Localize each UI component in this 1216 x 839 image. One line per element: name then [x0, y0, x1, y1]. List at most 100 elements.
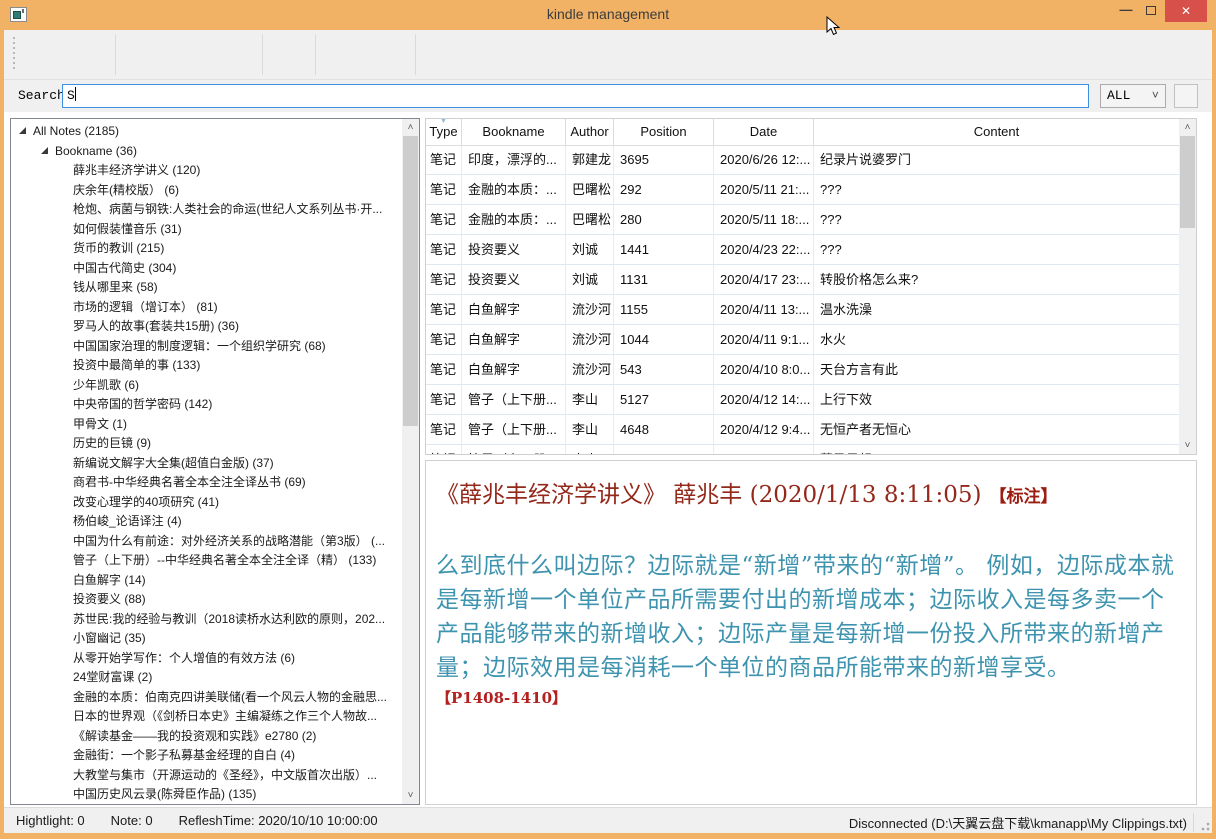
- tree-item[interactable]: 甲骨文 (1): [11, 415, 402, 435]
- filter-dropdown[interactable]: ALL ˅: [1100, 84, 1166, 108]
- table-row[interactable]: 笔记 白鱼解字 流沙河 543 2020/4/10 8:0... 天台方言有此: [426, 355, 1179, 385]
- toolbar-button-group-3[interactable]: [264, 32, 313, 77]
- tree-item[interactable]: 《解读基金——我的投资观和实践》e2780 (2): [11, 727, 402, 747]
- column-header-author[interactable]: Author: [566, 119, 614, 146]
- tree-item[interactable]: 少年凯歌 (6): [11, 376, 402, 396]
- tree-item[interactable]: 管子（上下册）--中华经典名著全本全注全译（精） (133): [11, 551, 402, 571]
- table-row[interactable]: 笔记 投资要义 刘诚 1131 2020/4/17 23:... 转股价格怎么来…: [426, 265, 1179, 295]
- tree-item[interactable]: 金融街：一个影子私募基金经理的自白 (4): [11, 746, 402, 766]
- search-extra-button[interactable]: [1174, 84, 1198, 108]
- tree-item[interactable]: 市场的逻辑（增订本） (81): [11, 298, 402, 318]
- cell-type: 笔记: [426, 265, 462, 295]
- status-reflesh-time: RefleshTime: 2020/10/10 10:00:00: [179, 813, 378, 828]
- scroll-down-icon[interactable]: ˅: [1179, 437, 1196, 454]
- tree-item[interactable]: 薛兆丰经济学讲义 (120): [11, 161, 402, 181]
- tree-item[interactable]: 枪炮、病菌与钢铁:人类社会的命运(世纪人文系列丛书·开...: [11, 200, 402, 220]
- tree-item-label: 杨伯峻_论语译注 (4): [73, 514, 182, 528]
- close-button[interactable]: ✕: [1165, 0, 1207, 22]
- cell-position: 5127: [614, 385, 714, 415]
- table-row[interactable]: 笔记 金融的本质：... 巴曙松 292 2020/5/11 21:... ??…: [426, 175, 1179, 205]
- scroll-up-icon[interactable]: ˄: [1179, 119, 1196, 136]
- cell-type: 笔记: [426, 385, 462, 415]
- tree-item[interactable]: 金融的本质：伯南克四讲美联储(看一个风云人物的金融思...: [11, 688, 402, 708]
- cell-date: 2020/4/17 23:...: [714, 265, 814, 295]
- search-input[interactable]: S: [62, 84, 1089, 108]
- column-header-bookname[interactable]: Bookname: [462, 119, 566, 146]
- tree-item[interactable]: 从零开始学写作：个人增值的有效方法 (6): [11, 649, 402, 669]
- tree-group-bookname[interactable]: Bookname (36): [11, 142, 402, 162]
- tree-item[interactable]: 如何假装懂音乐 (31): [11, 220, 402, 240]
- cell-position: 280: [614, 205, 714, 235]
- tree-scrollbar-thumb[interactable]: [403, 136, 418, 426]
- cell-bookname: 投资要义: [462, 235, 566, 265]
- tree-item[interactable]: 24堂财富课 (2): [11, 668, 402, 688]
- tree-item[interactable]: 钱从哪里来 (58): [11, 278, 402, 298]
- tree-item[interactable]: 货币的教训 (215): [11, 239, 402, 259]
- tree-item[interactable]: 庆余年(精校版） (6): [11, 181, 402, 201]
- sort-desc-icon: ▼: [426, 118, 461, 125]
- tree-item[interactable]: 白鱼解字 (14): [11, 571, 402, 591]
- tree-item[interactable]: 历史的巨镜 (9): [11, 434, 402, 454]
- minimize-icon: —: [1120, 2, 1133, 17]
- table-row[interactable]: 笔记 白鱼解字 流沙河 1155 2020/4/11 13:... 温水洗澡: [426, 295, 1179, 325]
- cell-date: 2020/4/10 8:0...: [714, 355, 814, 385]
- toolbar-button-group-2[interactable]: [117, 32, 260, 77]
- table-row[interactable]: 笔记 管子（上下册... 李山 4648 2020/4/12 9:4... 无恒…: [426, 415, 1179, 445]
- table-row[interactable]: 笔记 管子（上下册... 李山 4577 2020/4/12 9:4... 莫予…: [426, 445, 1179, 455]
- toolbar-grip-handle[interactable]: [13, 37, 15, 72]
- table-row[interactable]: 笔记 管子（上下册... 李山 5127 2020/4/12 14:... 上行…: [426, 385, 1179, 415]
- tree-item[interactable]: 商君书-中华经典名著全本全注全译丛书 (69): [11, 473, 402, 493]
- cell-author: 刘诚: [566, 235, 614, 265]
- tree-item[interactable]: 苏世民:我的经验与教训（2018读桥水达利欧的原则，202...: [11, 610, 402, 630]
- tree-item[interactable]: 中国为什么有前途：对外经济关系的战略潜能（第3版） (...: [11, 532, 402, 552]
- expander-icon[interactable]: [19, 127, 26, 134]
- table-row[interactable]: 笔记 金融的本质：... 巴曙松 280 2020/5/11 18:... ??…: [426, 205, 1179, 235]
- tree-item[interactable]: 中央帝国的哲学密码 (142): [11, 395, 402, 415]
- cell-type: 笔记: [426, 205, 462, 235]
- tree-item[interactable]: 新编说文解字大全集(超值白金版) (37): [11, 454, 402, 474]
- toolbar-button-group-4[interactable]: [317, 32, 413, 77]
- tree-item[interactable]: 日本的世界观（《剑桥日本史》主编凝练之作三个人物故...: [11, 707, 402, 727]
- minimize-button[interactable]: —: [1116, 0, 1136, 22]
- tree-item-label: 历史的巨镜 (9): [73, 436, 151, 450]
- column-header-position[interactable]: Position: [614, 119, 714, 146]
- scroll-down-icon[interactable]: ˅: [402, 787, 419, 804]
- title-bar[interactable]: kindle management — ✕: [0, 0, 1216, 30]
- tree-item[interactable]: 中国历史风云录(陈舜臣作品) (135): [11, 785, 402, 805]
- table-row[interactable]: 笔记 投资要义 刘诚 1441 2020/4/23 22:... ???: [426, 235, 1179, 265]
- scroll-up-icon[interactable]: ˄: [402, 119, 419, 136]
- tree-item[interactable]: 小窗幽记 (35): [11, 629, 402, 649]
- filter-dropdown-value: ALL: [1107, 88, 1130, 103]
- tree-item[interactable]: 罗马人的故事(套装共15册) (36): [11, 317, 402, 337]
- table-row[interactable]: 笔记 白鱼解字 流沙河 1044 2020/4/11 9:1... 水火: [426, 325, 1179, 355]
- cell-type: 笔记: [426, 145, 462, 175]
- tree-item[interactable]: 投资要义 (88): [11, 590, 402, 610]
- table-scrollbar[interactable]: ˄ ˅: [1179, 119, 1196, 454]
- tree-item[interactable]: 中国古代简史 (304): [11, 259, 402, 279]
- tree-item-label: 货币的教训 (215): [73, 241, 164, 255]
- tree-item[interactable]: 中国国家治理的制度逻辑：一个组织学研究 (68): [11, 337, 402, 357]
- column-header-content[interactable]: Content: [814, 119, 1179, 146]
- table-scrollbar-thumb[interactable]: [1180, 136, 1195, 228]
- toolbar-button-group-1[interactable]: [18, 32, 113, 77]
- expander-icon[interactable]: [41, 147, 48, 154]
- tree-scrollbar[interactable]: ˄ ˅: [402, 119, 419, 804]
- table-row[interactable]: 笔记 印度，漂浮的... 郭建龙 3695 2020/6/26 12:... 纪…: [426, 145, 1179, 175]
- tree-item-label: 新编说文解字大全集(超值白金版) (37): [73, 456, 274, 470]
- status-connection: Disconnected (D:\天翼云盘下载\kmanapp\My Clipp…: [849, 813, 1194, 832]
- cell-type: 笔记: [426, 175, 462, 205]
- cell-author: 李山: [566, 385, 614, 415]
- tree-item[interactable]: 改变心理学的40项研究 (41): [11, 493, 402, 513]
- tree-root-all-notes[interactable]: All Notes (2185): [11, 122, 402, 142]
- tree-item-label: 《解读基金——我的投资观和实践》e2780 (2): [73, 729, 316, 743]
- column-header-type[interactable]: ▼Type: [426, 119, 462, 146]
- maximize-button[interactable]: [1141, 0, 1161, 22]
- resize-grip[interactable]: [1198, 819, 1210, 831]
- tree-item[interactable]: 投资中最简单的事 (133): [11, 356, 402, 376]
- cell-date: 2020/4/12 9:4...: [714, 415, 814, 445]
- tree-item[interactable]: 印度，漂浮的次大陆 (67): [11, 805, 402, 806]
- tree-item-label: 中国国家治理的制度逻辑：一个组织学研究 (68): [73, 339, 326, 353]
- tree-item[interactable]: 大教堂与集市（开源运动的《圣经》，中文版首次出版）...: [11, 766, 402, 786]
- column-header-date[interactable]: Date: [714, 119, 814, 146]
- tree-item[interactable]: 杨伯峻_论语译注 (4): [11, 512, 402, 532]
